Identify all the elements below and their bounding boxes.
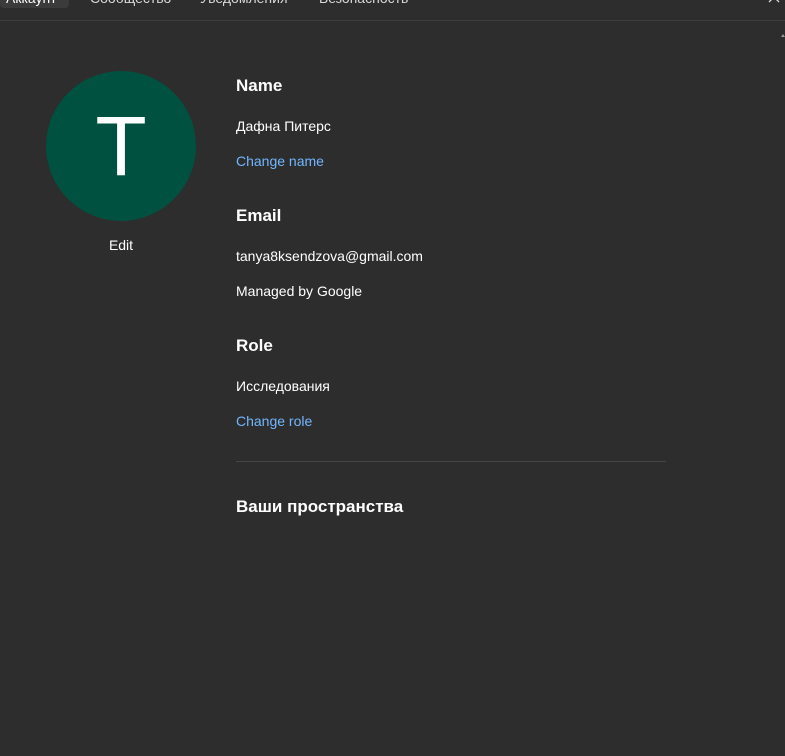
close-icon[interactable] xyxy=(767,0,781,4)
tab-account[interactable]: Аккаунт xyxy=(0,0,69,8)
change-name-link[interactable]: Change name xyxy=(236,153,324,169)
managed-by-google-text: Managed by Google xyxy=(236,283,363,299)
change-role-link[interactable]: Change role xyxy=(236,413,312,429)
spaces-section-title: Ваши пространства xyxy=(236,497,404,516)
email-value: tanya8ksendzova@gmail.com xyxy=(236,248,423,264)
avatar-initial: T xyxy=(95,99,147,193)
role-value: Исследования xyxy=(236,378,330,394)
tab-community[interactable]: Сообщество xyxy=(90,0,171,8)
email-section-title: Email xyxy=(236,206,282,225)
tab-bar: Аккаунт Сообщество Уведомления Безопасно… xyxy=(0,0,785,21)
tab-security[interactable]: Безопасность xyxy=(319,0,408,8)
role-section-title: Role xyxy=(236,336,273,355)
tab-notifications[interactable]: Уведомления xyxy=(200,0,288,8)
edit-avatar-button[interactable]: Edit xyxy=(46,237,196,253)
avatar: T xyxy=(46,71,196,221)
scroll-up-arrow-icon[interactable] xyxy=(781,33,785,37)
name-section-title: Name xyxy=(236,76,283,95)
name-value: Дафна Питерс xyxy=(236,118,331,134)
divider xyxy=(236,461,666,462)
